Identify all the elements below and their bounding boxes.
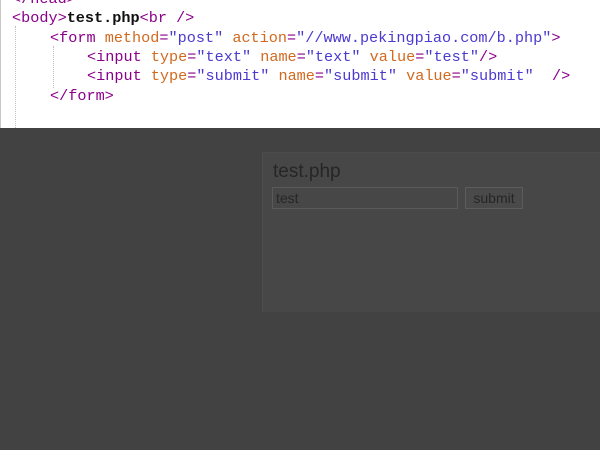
code-line-form-close: </form> xyxy=(50,87,114,105)
code-line-body: <body>test.php<br /> xyxy=(12,9,195,27)
screenshot-stage: </head> <body>test.php<br /> <form metho… xyxy=(0,0,600,450)
text-input[interactable] xyxy=(272,187,458,209)
code-line-input-submit: <input type="submit" name="submit" value… xyxy=(87,67,571,85)
code-line-input-text: <input type="text" name="text" value="te… xyxy=(87,48,498,66)
indent-guide xyxy=(15,26,16,128)
preview-page-text: test.php xyxy=(273,161,341,182)
code-line-form-open: <form method="post" action="//www.peking… xyxy=(50,29,561,47)
indent-guide xyxy=(53,46,54,88)
dim-overlay: test.php submit xyxy=(0,128,600,450)
code-editor[interactable]: </head> <body>test.php<br /> <form metho… xyxy=(0,0,600,128)
submit-button[interactable]: submit xyxy=(465,187,523,209)
browser-preview: test.php submit xyxy=(262,152,600,312)
